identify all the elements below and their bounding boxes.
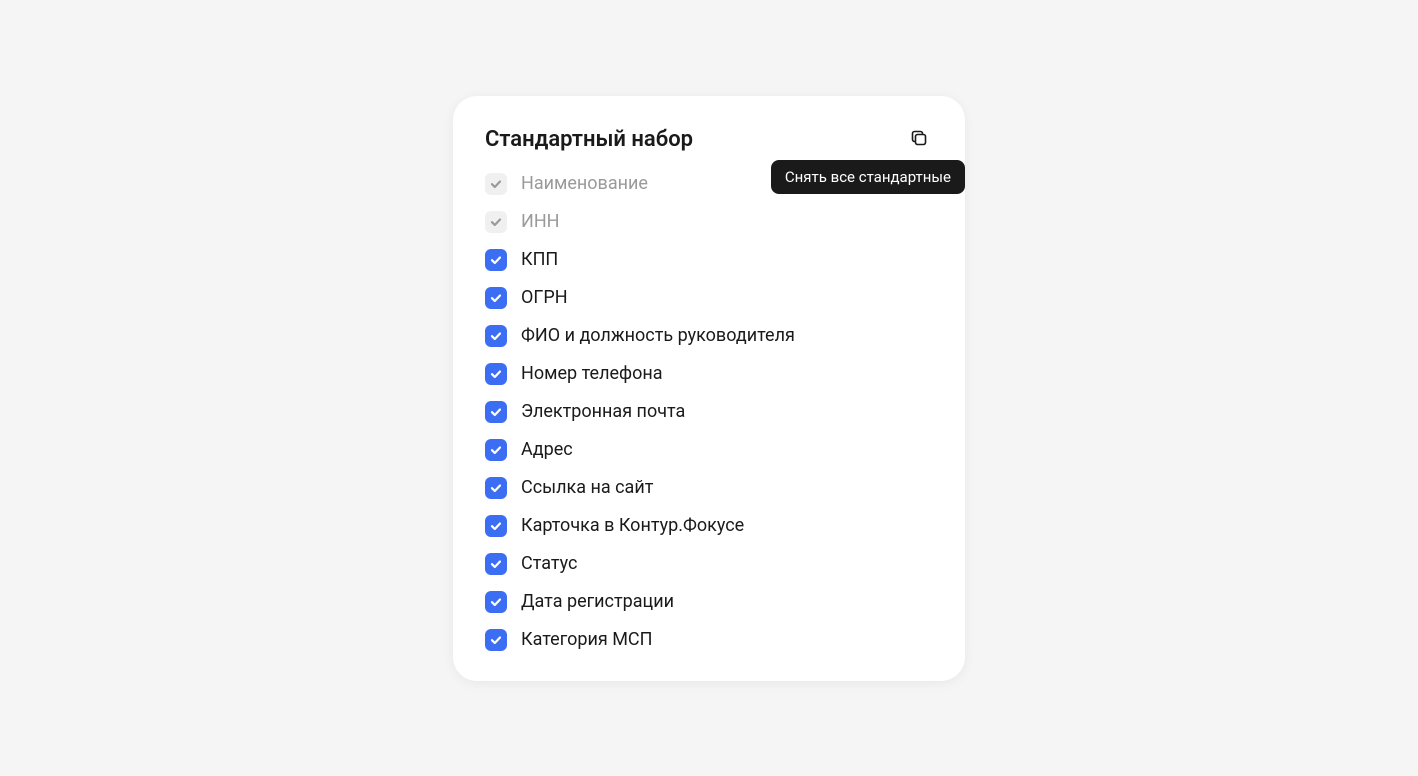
checkbox-row: Категория МСП xyxy=(485,629,933,651)
checkbox-row: КПП xyxy=(485,249,933,271)
checkbox[interactable] xyxy=(485,477,507,499)
settings-card: Стандартный набор Снять все стандартные … xyxy=(453,96,965,681)
checkbox-row: ОГРН xyxy=(485,287,933,309)
checkbox[interactable] xyxy=(485,515,507,537)
copy-icon xyxy=(909,128,929,151)
card-header: Стандартный набор xyxy=(485,124,933,155)
checkbox[interactable] xyxy=(485,249,507,271)
checkbox[interactable] xyxy=(485,591,507,613)
checkbox-label[interactable]: Категория МСП xyxy=(521,629,652,650)
checkbox[interactable] xyxy=(485,629,507,651)
checkbox-label[interactable]: Номер телефона xyxy=(521,363,663,384)
checkbox-row: Номер телефона xyxy=(485,363,933,385)
checkbox-row: Ссылка на сайт xyxy=(485,477,933,499)
checkbox-label: ИНН xyxy=(521,211,560,232)
checkbox-row: Электронная почта xyxy=(485,401,933,423)
checkbox-row: Статус xyxy=(485,553,933,575)
checkbox-list: Наименование ИНН КПП ОГРН ФИО и должность ру… xyxy=(485,173,933,651)
checkbox xyxy=(485,173,507,195)
checkbox xyxy=(485,211,507,233)
checkbox[interactable] xyxy=(485,401,507,423)
checkbox-row: Дата регистрации xyxy=(485,591,933,613)
checkbox-label[interactable]: Адрес xyxy=(521,439,573,460)
checkbox-label[interactable]: КПП xyxy=(521,249,558,270)
checkbox-label[interactable]: Статус xyxy=(521,553,577,574)
checkbox[interactable] xyxy=(485,553,507,575)
checkbox-row: Адрес xyxy=(485,439,933,461)
copy-button[interactable] xyxy=(905,124,933,155)
card-title: Стандартный набор xyxy=(485,127,693,152)
checkbox[interactable] xyxy=(485,325,507,347)
checkbox-label[interactable]: Электронная почта xyxy=(521,401,685,422)
checkbox-label: Наименование xyxy=(521,173,648,194)
checkbox-label[interactable]: ФИО и должность руководителя xyxy=(521,325,795,346)
checkbox[interactable] xyxy=(485,439,507,461)
checkbox-row: ИНН xyxy=(485,211,933,233)
checkbox-row: Карточка в Контур.Фокусе xyxy=(485,515,933,537)
checkbox-label[interactable]: Дата регистрации xyxy=(521,591,674,612)
checkbox[interactable] xyxy=(485,363,507,385)
checkbox-row: ФИО и должность руководителя xyxy=(485,325,933,347)
checkbox-label[interactable]: Карточка в Контур.Фокусе xyxy=(521,515,744,536)
checkbox[interactable] xyxy=(485,287,507,309)
checkbox-label[interactable]: ОГРН xyxy=(521,287,568,308)
checkbox-label[interactable]: Ссылка на сайт xyxy=(521,477,653,498)
deselect-all-tooltip[interactable]: Снять все стандартные xyxy=(771,160,965,194)
